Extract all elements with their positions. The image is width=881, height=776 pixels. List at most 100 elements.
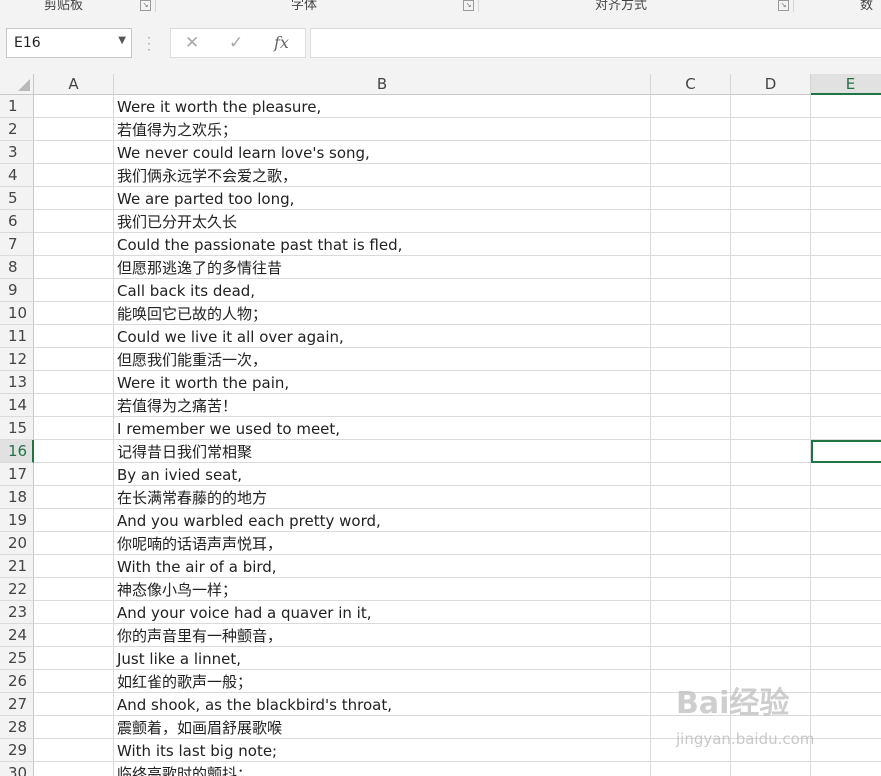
- cell-d[interactable]: [731, 394, 811, 417]
- cell-b[interactable]: 记得昔日我们常相聚: [114, 440, 651, 463]
- insert-function-icon[interactable]: fx: [274, 33, 289, 52]
- cell-c[interactable]: [651, 716, 731, 739]
- cell-a[interactable]: [34, 509, 114, 532]
- row-header[interactable]: 4: [0, 164, 34, 187]
- cell-a[interactable]: [34, 486, 114, 509]
- cell-d[interactable]: [731, 578, 811, 601]
- cell-c[interactable]: [651, 739, 731, 762]
- active-cell[interactable]: [811, 440, 881, 463]
- cell-d[interactable]: [731, 624, 811, 647]
- cell-b[interactable]: Could the passionate past that is fled,: [114, 233, 651, 256]
- cell-e[interactable]: [811, 739, 881, 762]
- cell-c[interactable]: [651, 141, 731, 164]
- cell-d[interactable]: [731, 371, 811, 394]
- cell-a[interactable]: [34, 95, 114, 118]
- cell-e[interactable]: [811, 624, 881, 647]
- cell-c[interactable]: [651, 233, 731, 256]
- cell-b[interactable]: 你的声音里有一种颤音，: [114, 624, 651, 647]
- cell-c[interactable]: [651, 210, 731, 233]
- row-header[interactable]: 24: [0, 624, 34, 647]
- row-header[interactable]: 8: [0, 256, 34, 279]
- cell-b[interactable]: 临终高歌时的颤抖；: [114, 762, 651, 776]
- cell-c[interactable]: [651, 394, 731, 417]
- cell-a[interactable]: [34, 118, 114, 141]
- cell-a[interactable]: [34, 440, 114, 463]
- column-header-a[interactable]: A: [34, 74, 114, 95]
- cell-b[interactable]: Call back its dead,: [114, 279, 651, 302]
- cell-d[interactable]: [731, 532, 811, 555]
- cell-b[interactable]: We are parted too long,: [114, 187, 651, 210]
- formula-input[interactable]: [310, 28, 881, 58]
- column-header-b[interactable]: B: [114, 74, 651, 95]
- cell-a[interactable]: [34, 670, 114, 693]
- row-header[interactable]: 26: [0, 670, 34, 693]
- cell-c[interactable]: [651, 693, 731, 716]
- cell-e[interactable]: [811, 486, 881, 509]
- row-header[interactable]: 11: [0, 325, 34, 348]
- cell-c[interactable]: [651, 601, 731, 624]
- cell-d[interactable]: [731, 739, 811, 762]
- cell-a[interactable]: [34, 394, 114, 417]
- cell-e[interactable]: [811, 762, 881, 776]
- cell-c[interactable]: [651, 532, 731, 555]
- cell-d[interactable]: [731, 509, 811, 532]
- row-header[interactable]: 28: [0, 716, 34, 739]
- row-header[interactable]: 19: [0, 509, 34, 532]
- cell-d[interactable]: [731, 716, 811, 739]
- cell-b[interactable]: 若值得为之欢乐；: [114, 118, 651, 141]
- cell-b[interactable]: 我们已分开太久长: [114, 210, 651, 233]
- cell-b[interactable]: And your voice had a quaver in it,: [114, 601, 651, 624]
- cell-d[interactable]: [731, 762, 811, 776]
- cell-a[interactable]: [34, 693, 114, 716]
- cell-a[interactable]: [34, 164, 114, 187]
- cell-d[interactable]: [731, 463, 811, 486]
- cell-b[interactable]: We never could learn love's song,: [114, 141, 651, 164]
- name-box[interactable]: E16 ▼: [6, 28, 132, 58]
- cell-c[interactable]: [651, 463, 731, 486]
- row-header[interactable]: 14: [0, 394, 34, 417]
- alignment-launcher-icon[interactable]: ↘: [778, 0, 789, 11]
- cell-e[interactable]: [811, 417, 881, 440]
- row-header[interactable]: 6: [0, 210, 34, 233]
- cell-c[interactable]: [651, 762, 731, 776]
- cell-e[interactable]: [811, 716, 881, 739]
- cell-d[interactable]: [731, 486, 811, 509]
- cell-c[interactable]: [651, 118, 731, 141]
- row-header[interactable]: 17: [0, 463, 34, 486]
- cell-d[interactable]: [731, 348, 811, 371]
- cell-b[interactable]: With the air of a bird,: [114, 555, 651, 578]
- cell-c[interactable]: [651, 95, 731, 118]
- cell-e[interactable]: [811, 325, 881, 348]
- cell-a[interactable]: [34, 141, 114, 164]
- row-header[interactable]: 29: [0, 739, 34, 762]
- cell-c[interactable]: [651, 325, 731, 348]
- cell-b[interactable]: 能唤回它已故的人物；: [114, 302, 651, 325]
- cell-b[interactable]: Were it worth the pleasure,: [114, 95, 651, 118]
- cell-d[interactable]: [731, 256, 811, 279]
- cell-e[interactable]: [811, 348, 881, 371]
- cell-a[interactable]: [34, 555, 114, 578]
- cell-e[interactable]: [811, 187, 881, 210]
- cell-e[interactable]: [811, 164, 881, 187]
- cell-a[interactable]: [34, 762, 114, 776]
- cell-b[interactable]: 你呢喃的话语声声悦耳，: [114, 532, 651, 555]
- row-header[interactable]: 20: [0, 532, 34, 555]
- cell-e[interactable]: [811, 647, 881, 670]
- cell-a[interactable]: [34, 716, 114, 739]
- row-header[interactable]: 5: [0, 187, 34, 210]
- row-header[interactable]: 3: [0, 141, 34, 164]
- cell-b[interactable]: 震颤着，如画眉舒展歌喉: [114, 716, 651, 739]
- cell-e[interactable]: [811, 95, 881, 118]
- cell-e[interactable]: [811, 394, 881, 417]
- cell-d[interactable]: [731, 279, 811, 302]
- cell-c[interactable]: [651, 371, 731, 394]
- row-header[interactable]: 1: [0, 95, 34, 118]
- cell-c[interactable]: [651, 624, 731, 647]
- cell-e[interactable]: [811, 578, 881, 601]
- drag-handle-icon[interactable]: · · ·: [147, 32, 151, 56]
- cell-c[interactable]: [651, 578, 731, 601]
- cell-e[interactable]: [811, 693, 881, 716]
- cancel-icon[interactable]: ✕: [185, 33, 199, 53]
- cell-b[interactable]: 在长满常春藤的的地方: [114, 486, 651, 509]
- chevron-down-icon[interactable]: ▼: [118, 35, 126, 46]
